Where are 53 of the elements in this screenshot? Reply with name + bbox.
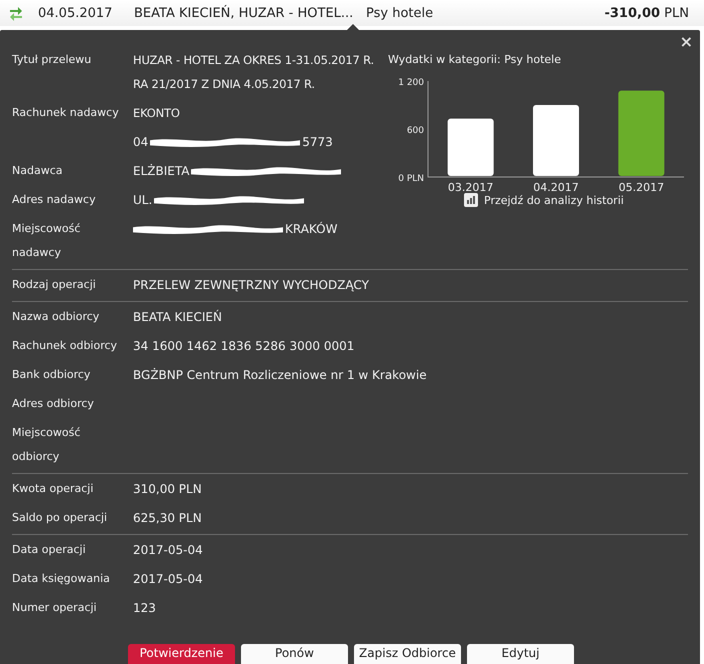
action-button[interactable]: Edytuj <box>467 644 574 664</box>
action-button[interactable]: Zapisz Odbiorce <box>354 644 461 664</box>
field-value: 625,30 PLN <box>133 510 203 527</box>
bar <box>448 118 494 176</box>
chart-title: Wydatki w kategorii: Psy hotele <box>388 52 562 68</box>
bar-chart-icon[interactable] <box>464 193 478 207</box>
field-value: ELŻBIETA <box>133 163 190 180</box>
field-value: 123 <box>133 600 157 617</box>
axis-tick-label: 0 PLN <box>398 174 424 184</box>
field-label: Bank odbiorcy <box>12 367 92 383</box>
field-label: Data księgowania <box>12 571 111 587</box>
axis-tick-label: 600 <box>406 126 424 136</box>
field-value: 2017-05-04 <box>133 571 204 588</box>
field-value: 5773 <box>302 134 333 151</box>
field-value: 34 1600 1462 1836 5286 3000 0001 <box>133 338 356 355</box>
transaction-amount: -310,00 PLN <box>604 6 689 20</box>
axis-category-label: 04.2017 <box>533 181 579 194</box>
transaction-date: 04.05.2017 <box>38 6 114 20</box>
axis-category-label: 03.2017 <box>448 181 494 194</box>
transaction-category: Psy hotele <box>366 6 434 20</box>
field-value: UL. <box>133 192 152 209</box>
field-value: KRAKÓW <box>285 220 338 238</box>
field-label: Nazwa odbiorcy <box>12 309 100 325</box>
field-label: Nadawca <box>12 163 64 179</box>
history-analysis-link[interactable]: Przejdź do analizy historii <box>484 194 624 206</box>
field-label: Saldo po operacji <box>12 510 108 526</box>
transfer-arrows-icon <box>9 5 23 21</box>
field-value: 2017-05-04 <box>133 542 204 559</box>
field-value: 04 <box>133 134 148 151</box>
transaction-description: BEATA KIECIEŃ, HUZAR - HOTEL... <box>134 6 354 20</box>
field-label: Miejscowość odbiorcy <box>12 425 82 465</box>
field-value: BEATA KIECIEŃ <box>133 308 223 326</box>
close-button[interactable]: × <box>676 34 696 50</box>
bar <box>533 105 579 176</box>
field-label: Adres odbiorcy <box>12 396 95 412</box>
field-value: EKONTO <box>133 105 181 122</box>
field-label: Tytuł przelewu <box>12 52 92 68</box>
field-value: 310,00 PLN <box>133 481 203 498</box>
field-label: Rachunek nadawcy <box>12 105 120 121</box>
action-button[interactable]: Potwierdzenie <box>128 644 235 664</box>
field-label: Rachunek odbiorcy <box>12 338 118 354</box>
field-label: Numer operacji <box>12 600 98 616</box>
axis-category-label: 05.2017 <box>618 181 664 194</box>
field-value: BGŻBNP Centrum Rozliczeniowe nr 1 w Krakowie <box>133 367 428 384</box>
action-button[interactable]: Ponów <box>241 644 348 664</box>
field-label: Adres nadawcy <box>12 192 97 208</box>
field-label: Data operacji <box>12 542 87 558</box>
field-value: PRZELEW ZEWNĘTRZNY WYCHODZĄCY <box>133 277 370 294</box>
field-value: HUZAR - HOTEL ZA OKRES 1-31.05.2017 R. RA 21/2017 Z DNIA 4.05.2017 R. <box>133 52 375 93</box>
field-label: Miejscowość nadawcy <box>12 221 82 261</box>
axis-tick-label: 1 200 <box>398 78 424 88</box>
field-label: Kwota operacji <box>12 481 94 497</box>
field-label: Rodzaj operacji <box>12 277 97 293</box>
